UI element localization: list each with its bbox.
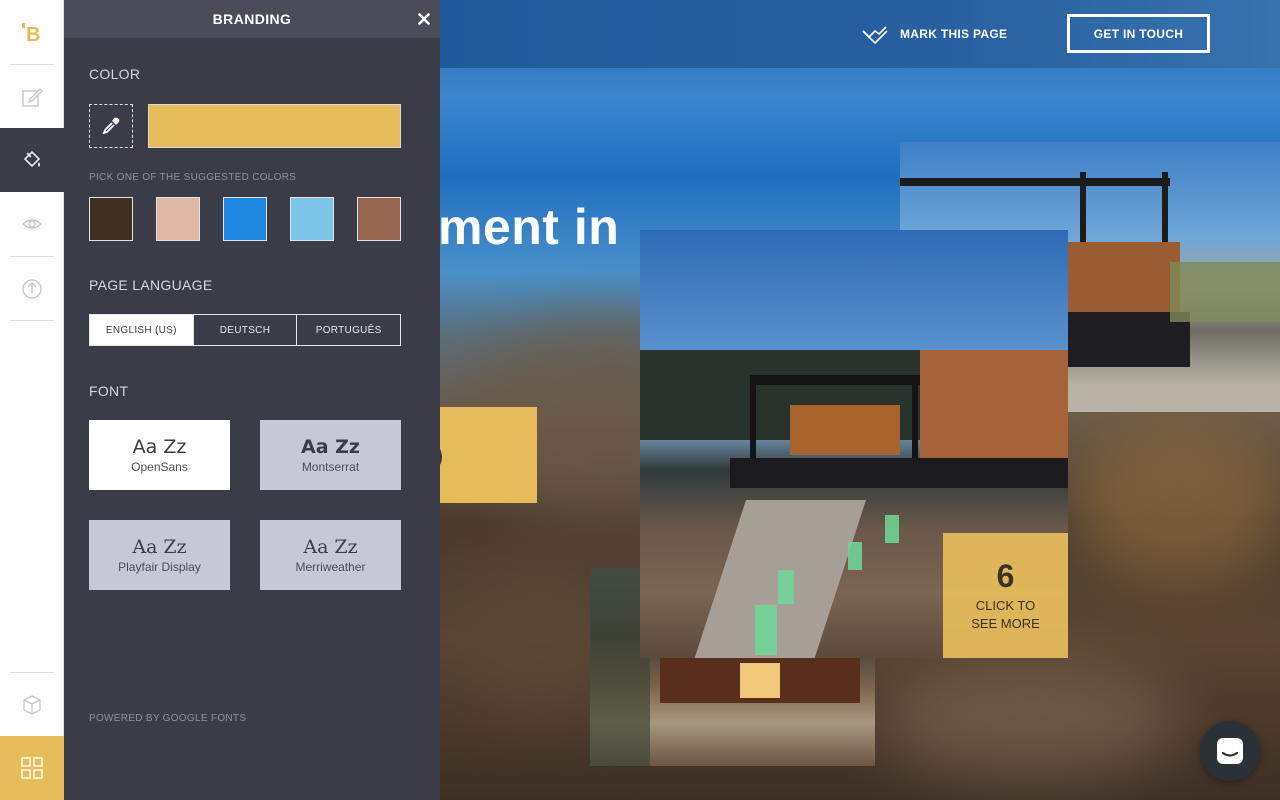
font-option-montserrat[interactable]: Aa Zz Montserrat bbox=[260, 420, 401, 490]
font-name: Merriweather bbox=[295, 560, 366, 574]
panel-header: BRANDING bbox=[64, 0, 440, 38]
pergola-post bbox=[912, 375, 918, 465]
gallery-count: 6 bbox=[996, 557, 1015, 594]
divider bbox=[10, 320, 54, 321]
language-option-deutsch[interactable]: DEUTSCH bbox=[192, 315, 297, 345]
heart-check-icon bbox=[862, 26, 888, 44]
font-sample: Aa Zz bbox=[303, 536, 358, 558]
mark-page-label: MARK THIS PAGE bbox=[900, 27, 1008, 41]
close-icon bbox=[417, 12, 430, 25]
grid-icon bbox=[21, 757, 43, 779]
preview-button[interactable] bbox=[0, 192, 64, 256]
gallery-see-more-label-1: CLICK TO bbox=[975, 597, 1036, 613]
eyedropper-icon bbox=[102, 117, 120, 135]
color-section-title: COLOR bbox=[89, 66, 141, 82]
tree-guard bbox=[755, 605, 777, 655]
blurred-background bbox=[1070, 420, 1280, 580]
logo-letter: B bbox=[26, 24, 40, 44]
font-name: Playfair Display bbox=[118, 560, 201, 574]
language-option-english[interactable]: ENGLISH (US) bbox=[90, 315, 193, 345]
panel-title: BRANDING bbox=[212, 11, 292, 27]
pergola-post bbox=[750, 375, 756, 465]
color-swatch-dark-brown[interactable] bbox=[89, 197, 133, 241]
branding-button[interactable] bbox=[0, 128, 64, 192]
font-name: Montserrat bbox=[301, 460, 360, 474]
get-in-touch-button[interactable]: GET IN TOUCH bbox=[1067, 14, 1210, 53]
font-sample: Aa Zz bbox=[301, 436, 360, 458]
font-section-title: FONT bbox=[89, 383, 129, 399]
pergola-beam bbox=[750, 375, 920, 385]
edit-content-button[interactable] bbox=[0, 65, 64, 129]
font-option-merriweather[interactable]: Aa Zz Merriweather bbox=[260, 520, 401, 590]
close-panel-button[interactable] bbox=[415, 10, 432, 27]
font-option-opensans[interactable]: Aa Zz OpenSans bbox=[89, 420, 230, 490]
deck-platform bbox=[730, 458, 1068, 488]
edit-icon bbox=[22, 88, 43, 107]
font-option-playfair-display[interactable]: Aa Zz Playfair Display bbox=[89, 520, 230, 590]
color-swatch-brown[interactable] bbox=[357, 197, 401, 241]
font-name: OpenSans bbox=[131, 460, 188, 474]
tree-guard bbox=[848, 542, 862, 570]
logo-icon: B bbox=[22, 23, 40, 44]
upload-icon bbox=[22, 279, 42, 299]
suggested-colors-label: PICK ONE OF THE SUGGESTED COLORS bbox=[89, 172, 297, 183]
pergola-beam bbox=[900, 178, 1170, 186]
language-option-portugues[interactable]: PORTUGUÊS bbox=[296, 315, 400, 345]
color-swatch-blue[interactable] bbox=[223, 197, 267, 241]
paint-bucket-icon bbox=[23, 150, 41, 168]
pages-grid-button[interactable] bbox=[0, 736, 64, 800]
current-color-field[interactable] bbox=[148, 104, 401, 148]
blurred-background bbox=[880, 660, 1180, 780]
language-section-title: PAGE LANGUAGE bbox=[89, 277, 213, 293]
color-swatch-peach[interactable] bbox=[156, 197, 200, 241]
branding-panel: BRANDING COLOR PICK ONE OF THE SUGGESTED… bbox=[64, 0, 440, 800]
color-swatch-light-blue[interactable] bbox=[290, 197, 334, 241]
hero-cta-block[interactable] bbox=[440, 407, 537, 503]
tree-guard bbox=[778, 570, 794, 604]
lit-window bbox=[740, 663, 780, 698]
publish-button[interactable] bbox=[0, 257, 64, 321]
gallery-see-more-label-2: SEE MORE bbox=[971, 615, 1040, 631]
gallery-see-more-button[interactable]: 6 CLICK TO SEE MORE bbox=[943, 533, 1068, 658]
bushes bbox=[1170, 262, 1280, 322]
eyedropper-button[interactable] bbox=[89, 104, 133, 148]
app-logo[interactable]: B bbox=[0, 0, 64, 64]
font-sample: Aa Zz bbox=[132, 436, 187, 458]
cube-icon bbox=[23, 695, 41, 715]
language-selector: ENGLISH (US) DEUTSCH PORTUGUÊS bbox=[89, 314, 401, 346]
hero-heading: ment in bbox=[438, 199, 620, 255]
powered-by-label: POWERED BY GOOGLE FONTS bbox=[89, 713, 247, 724]
tree-guard bbox=[885, 515, 899, 543]
modules-button[interactable] bbox=[0, 673, 64, 737]
wooden-wall bbox=[920, 350, 1068, 460]
eye-icon bbox=[21, 219, 43, 229]
chat-launcher-button[interactable] bbox=[1200, 721, 1260, 781]
lit-deck bbox=[790, 405, 900, 455]
mark-page-link[interactable]: MARK THIS PAGE bbox=[860, 22, 1007, 46]
font-sample: Aa Zz bbox=[132, 536, 187, 558]
chat-icon bbox=[1217, 738, 1243, 764]
editor-sidebar: B bbox=[0, 0, 64, 800]
